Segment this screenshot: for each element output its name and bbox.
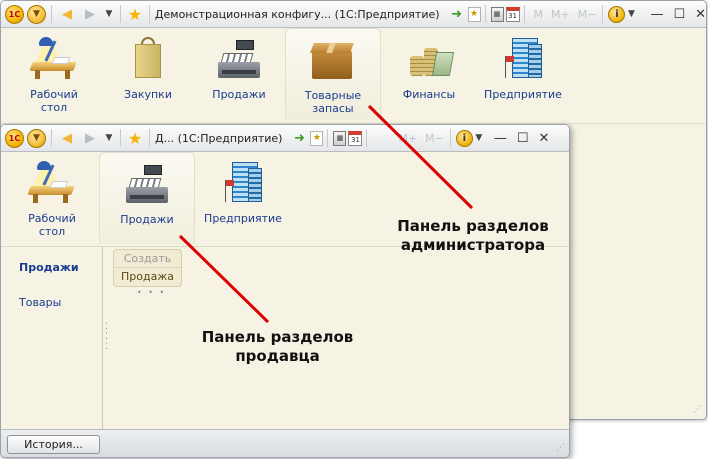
cash-register-icon [122, 161, 172, 205]
coins-icon [404, 36, 455, 80]
caption-line: Панель разделов [201, 328, 354, 346]
document-star-icon[interactable]: ★ [467, 6, 481, 22]
create-sale-button[interactable]: Продажа [114, 267, 181, 283]
info-icon[interactable]: i [608, 5, 626, 23]
add-favorite-icon[interactable]: ➜ [448, 5, 466, 23]
section-inventory[interactable]: Товарные запасы [285, 28, 381, 120]
minimize-icon[interactable]: — [650, 7, 663, 22]
memory-subtract-button[interactable]: M− [425, 132, 444, 145]
1c-logo-icon[interactable]: 1С [5, 128, 24, 148]
nav-item-sales[interactable]: Продажи [19, 261, 102, 274]
toolbar-divider [602, 5, 604, 23]
toolbar-divider [366, 129, 368, 147]
history-button[interactable]: История... [7, 435, 100, 454]
memory-button[interactable]: M [534, 8, 544, 21]
toolbar-divider [327, 129, 329, 147]
section-sales[interactable]: Продажи [99, 152, 195, 244]
favorites-star-icon[interactable]: ★ [126, 4, 144, 24]
document-star-icon[interactable]: ★ [310, 130, 324, 146]
info-dropdown-icon[interactable]: ▼ [473, 128, 485, 148]
calculator-icon[interactable]: ▦ [490, 6, 504, 22]
add-favorite-icon[interactable]: ➜ [290, 129, 308, 147]
actions-panel-expander[interactable]: • • • [137, 288, 166, 297]
admin-titlebar: 1С ▼ ◀ ▶ ▼ ★ Демонстрационная конфигу...… [1, 1, 706, 28]
forward-arrow-icon[interactable]: ▶ [80, 4, 100, 24]
section-enterprise[interactable]: Предприятие [477, 28, 569, 120]
section-label: Рабочий стол [30, 88, 78, 114]
office-building-icon [498, 36, 548, 80]
navigation-panel: Продажи Товары [1, 247, 103, 429]
history-dropdown-icon[interactable]: ▼ [103, 4, 115, 24]
back-arrow-icon[interactable]: ◀ [57, 4, 77, 24]
section-sales[interactable]: Продажи [193, 28, 285, 120]
toolbar-divider [120, 129, 121, 147]
shopping-bag-icon [123, 36, 173, 80]
section-enterprise[interactable]: Предприятие [195, 152, 291, 244]
cardboard-box-icon [308, 37, 358, 81]
window-title: Д... (1С:Предприятие) [155, 131, 283, 145]
calendar-icon[interactable]: 31 [348, 130, 363, 146]
1c-logo-icon[interactable]: 1С [5, 4, 24, 24]
history-dropdown-icon[interactable]: ▼ [103, 128, 115, 148]
seller-titlebar: 1С ▼ ◀ ▶ ▼ ★ Д... (1С:Предприятие) ➜ ★ ▦… [1, 125, 569, 152]
desktop-icon [27, 160, 77, 204]
section-label: Закупки [124, 88, 172, 101]
window-title: Демонстрационная конфигу... (1С:Предприя… [154, 7, 440, 21]
section-label: Предприятие [484, 88, 562, 101]
toolbar-divider [51, 129, 52, 147]
info-icon[interactable]: i [455, 129, 473, 147]
cash-register-icon [214, 36, 264, 80]
main-menu-icon[interactable]: ▼ [27, 128, 46, 148]
splitter-handle[interactable]: ⁚ ⁚ ⁚ [105, 322, 108, 352]
maximize-icon[interactable]: ☐ [673, 7, 685, 22]
nav-item-goods[interactable]: Товары [19, 296, 102, 309]
desktop-icon [29, 36, 79, 80]
memory-add-button[interactable]: M+ [551, 8, 570, 21]
section-label: Рабочий стол [28, 212, 76, 238]
office-building-icon [218, 160, 268, 204]
section-label: Финансы [402, 88, 456, 101]
toolbar-divider [523, 5, 525, 23]
caption-line: Панель разделов [397, 217, 549, 235]
close-icon[interactable]: ✕ [695, 7, 706, 22]
section-finance[interactable]: Финансы [381, 28, 477, 120]
seller-window: 1С ▼ ◀ ▶ ▼ ★ Д... (1С:Предприятие) ➜ ★ ▦… [0, 124, 570, 458]
toolbar-divider [449, 129, 451, 147]
toolbar-divider [148, 5, 150, 23]
maximize-icon[interactable]: ☐ [517, 131, 529, 146]
forward-arrow-icon[interactable]: ▶ [80, 128, 100, 148]
resize-grip-icon[interactable]: ⋰ [693, 405, 702, 415]
info-dropdown-icon[interactable]: ▼ [625, 4, 637, 24]
section-desktop[interactable]: Рабочий стол [5, 152, 99, 244]
section-label: Продажи [120, 213, 174, 226]
admin-panel-caption: Панель разделов администратора [388, 217, 558, 255]
actions-panel: Создать Продажа [113, 249, 182, 287]
close-icon[interactable]: ✕ [539, 131, 550, 146]
calendar-icon[interactable]: 31 [505, 6, 520, 22]
create-button[interactable]: Создать [114, 250, 181, 267]
toolbar-divider [149, 129, 150, 147]
resize-grip-icon[interactable]: ⋰ [556, 443, 565, 453]
favorites-star-icon[interactable]: ★ [126, 128, 144, 148]
minimize-icon[interactable]: — [494, 131, 507, 146]
section-label: Продажи [212, 88, 266, 101]
toolbar-divider [50, 5, 52, 23]
memory-subtract-button[interactable]: M− [578, 8, 597, 21]
toolbar-divider [119, 5, 121, 23]
caption-line: администратора [400, 236, 546, 254]
calculator-icon[interactable]: ▦ [333, 130, 347, 146]
caption-line: продавца [235, 347, 320, 365]
back-arrow-icon[interactable]: ◀ [57, 128, 77, 148]
section-desktop[interactable]: Рабочий стол [5, 28, 103, 120]
section-label: Товарные запасы [304, 89, 362, 115]
section-purchases[interactable]: Закупки [103, 28, 193, 120]
memory-add-button[interactable]: M+ [398, 132, 417, 145]
status-bar: История... ⋰ [1, 429, 569, 457]
admin-sections-panel: Рабочий стол Закупки Продажи Товарные за… [1, 28, 706, 123]
seller-panel-caption: Панель разделов продавца [190, 328, 365, 366]
main-menu-icon[interactable]: ▼ [26, 4, 46, 24]
section-label: Предприятие [204, 212, 282, 225]
toolbar-divider [484, 5, 486, 23]
